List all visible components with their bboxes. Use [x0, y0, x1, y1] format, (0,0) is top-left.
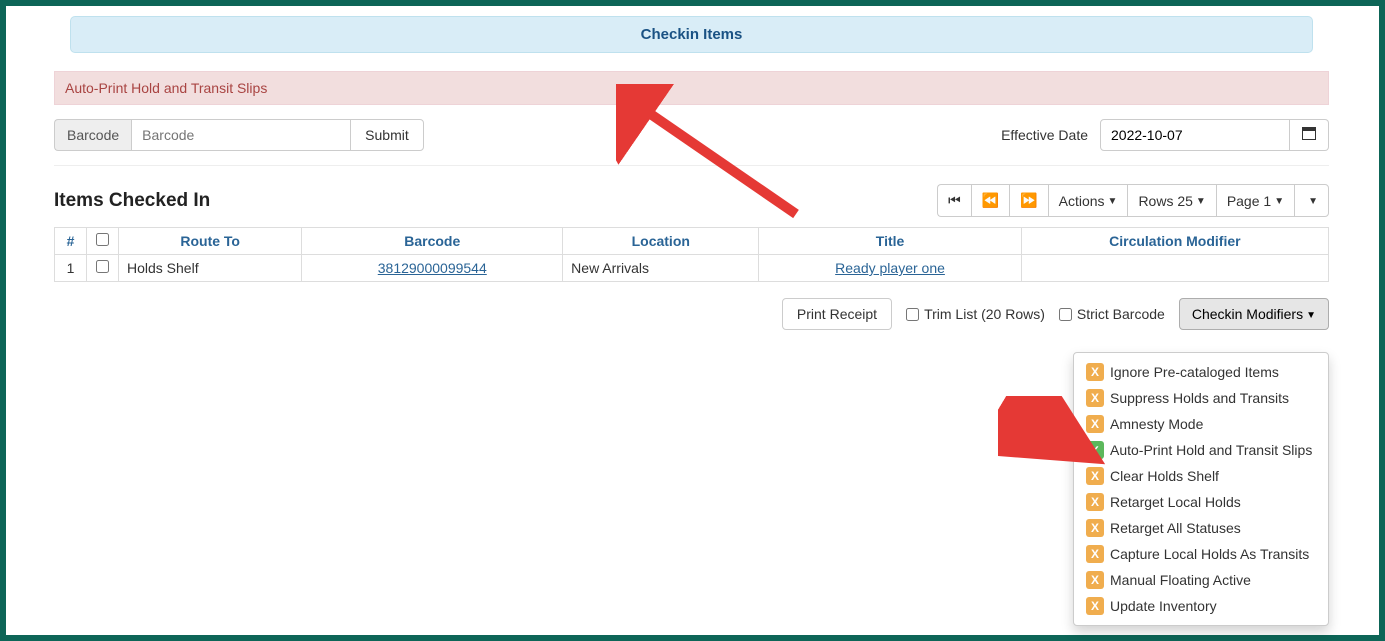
cell-num: 1	[55, 255, 87, 282]
modifier-item[interactable]: X Suppress Holds and Transits	[1074, 385, 1328, 411]
next-icon: ⏩	[1020, 192, 1037, 208]
strict-barcode-checkbox[interactable]	[1059, 308, 1072, 321]
chevron-down-icon: ▼	[1308, 196, 1318, 207]
print-receipt-button[interactable]: Print Receipt	[782, 298, 892, 330]
first-page-button[interactable]: ⏮	[937, 184, 971, 217]
chevron-down-icon: ▼	[1196, 196, 1206, 207]
checkin-modifiers-dropdown[interactable]: Checkin Modifiers▼	[1179, 298, 1329, 330]
modifier-label: Retarget All Statuses	[1110, 518, 1241, 538]
effective-date-input[interactable]	[1100, 119, 1290, 151]
col-circmod[interactable]: Circulation Modifier	[1021, 228, 1328, 255]
active-modifier-alert: Auto-Print Hold and Transit Slips	[54, 71, 1329, 105]
modifier-label: Amnesty Mode	[1110, 414, 1203, 434]
modifier-label: Suppress Holds and Transits	[1110, 388, 1289, 408]
x-icon: X	[1086, 493, 1104, 511]
modifier-item[interactable]: X Capture Local Holds As Transits	[1074, 541, 1328, 567]
modifier-item[interactable]: X Retarget Local Holds	[1074, 489, 1328, 515]
x-icon: X	[1086, 363, 1104, 381]
rows-dropdown[interactable]: Rows 25 ▼	[1127, 184, 1215, 217]
chevron-down-icon: ▼	[1274, 196, 1284, 207]
page-dropdown[interactable]: Page 1▼	[1216, 184, 1294, 217]
col-select-all[interactable]	[87, 228, 119, 255]
col-route-to[interactable]: Route To	[119, 228, 302, 255]
strict-barcode-label: Strict Barcode	[1077, 306, 1165, 322]
modifier-label: Manual Floating Active	[1110, 570, 1251, 590]
row-select-checkbox[interactable]	[96, 260, 109, 273]
cell-select[interactable]	[87, 255, 119, 282]
modifier-item[interactable]: X Ignore Pre-cataloged Items	[1074, 359, 1328, 385]
actions-label: Actions	[1059, 193, 1105, 209]
x-icon: X	[1086, 389, 1104, 407]
col-location[interactable]: Location	[563, 228, 759, 255]
next-page-button[interactable]: ⏩	[1009, 184, 1047, 217]
chevron-down-icon: ▼	[1108, 196, 1118, 207]
page-label: Page 1	[1227, 193, 1271, 209]
barcode-label: Barcode	[54, 119, 131, 151]
first-icon: ⏮	[948, 192, 961, 208]
check-icon: ✓	[1086, 441, 1104, 459]
cell-barcode[interactable]: 38129000099544	[302, 255, 563, 282]
x-icon: X	[1086, 519, 1104, 537]
modifier-item[interactable]: X Clear Holds Shelf	[1074, 463, 1328, 489]
cell-location: New Arrivals	[563, 255, 759, 282]
barcode-input[interactable]	[131, 119, 351, 151]
prev-icon: ⏪	[982, 192, 999, 208]
trim-list-checkbox[interactable]	[906, 308, 919, 321]
items-table: # Route To Barcode Location Title Circul…	[54, 227, 1329, 282]
modifier-label: Update Inventory	[1110, 596, 1217, 616]
modifier-item[interactable]: X Retarget All Statuses	[1074, 515, 1328, 541]
x-icon: X	[1086, 597, 1104, 615]
col-barcode[interactable]: Barcode	[302, 228, 563, 255]
prev-page-button[interactable]: ⏪	[971, 184, 1009, 217]
calendar-icon	[1302, 127, 1316, 143]
x-icon: X	[1086, 467, 1104, 485]
x-icon: X	[1086, 571, 1104, 589]
page-title-alert: Checkin Items	[70, 16, 1313, 53]
x-icon: X	[1086, 415, 1104, 433]
x-icon: X	[1086, 545, 1104, 563]
cell-circmod	[1021, 255, 1328, 282]
col-num[interactable]: #	[55, 228, 87, 255]
divider	[54, 165, 1329, 166]
checkin-modifiers-menu: X Ignore Pre-cataloged Items X Suppress Hol…	[1073, 352, 1329, 626]
modifier-item[interactable]: X Amnesty Mode	[1074, 411, 1328, 437]
effective-date-label: Effective Date	[1001, 127, 1088, 143]
select-all-checkbox[interactable]	[96, 233, 109, 246]
modifier-label: Capture Local Holds As Transits	[1110, 544, 1309, 564]
modifier-label: Ignore Pre-cataloged Items	[1110, 362, 1279, 382]
modifier-label: Auto-Print Hold and Transit Slips	[1110, 440, 1312, 460]
modifier-item[interactable]: X Manual Floating Active	[1074, 567, 1328, 593]
chevron-down-icon: ▼	[1306, 310, 1316, 321]
items-checked-in-heading: Items Checked In	[54, 190, 210, 212]
modifier-item[interactable]: ✓ Auto-Print Hold and Transit Slips	[1074, 437, 1328, 463]
calendar-button[interactable]	[1290, 119, 1329, 151]
col-title[interactable]: Title	[759, 228, 1021, 255]
cell-title[interactable]: Ready player one	[759, 255, 1021, 282]
trim-list-label: Trim List (20 Rows)	[924, 306, 1045, 322]
cell-route: Holds Shelf	[119, 255, 302, 282]
table-row[interactable]: 1 Holds Shelf38129000099544New ArrivalsRe…	[55, 255, 1329, 282]
submit-button[interactable]: Submit	[350, 119, 424, 151]
modifier-label: Clear Holds Shelf	[1110, 466, 1219, 486]
actions-dropdown[interactable]: Actions▼	[1048, 184, 1128, 217]
trim-list-option[interactable]: Trim List (20 Rows)	[906, 306, 1045, 322]
rows-label: Rows 25	[1138, 193, 1192, 209]
checkin-modifiers-label: Checkin Modifiers	[1192, 306, 1303, 322]
strict-barcode-option[interactable]: Strict Barcode	[1059, 306, 1165, 322]
grid-settings-dropdown[interactable]: ▼	[1294, 184, 1329, 217]
modifier-label: Retarget Local Holds	[1110, 492, 1241, 512]
modifier-item[interactable]: X Update Inventory	[1074, 593, 1328, 619]
